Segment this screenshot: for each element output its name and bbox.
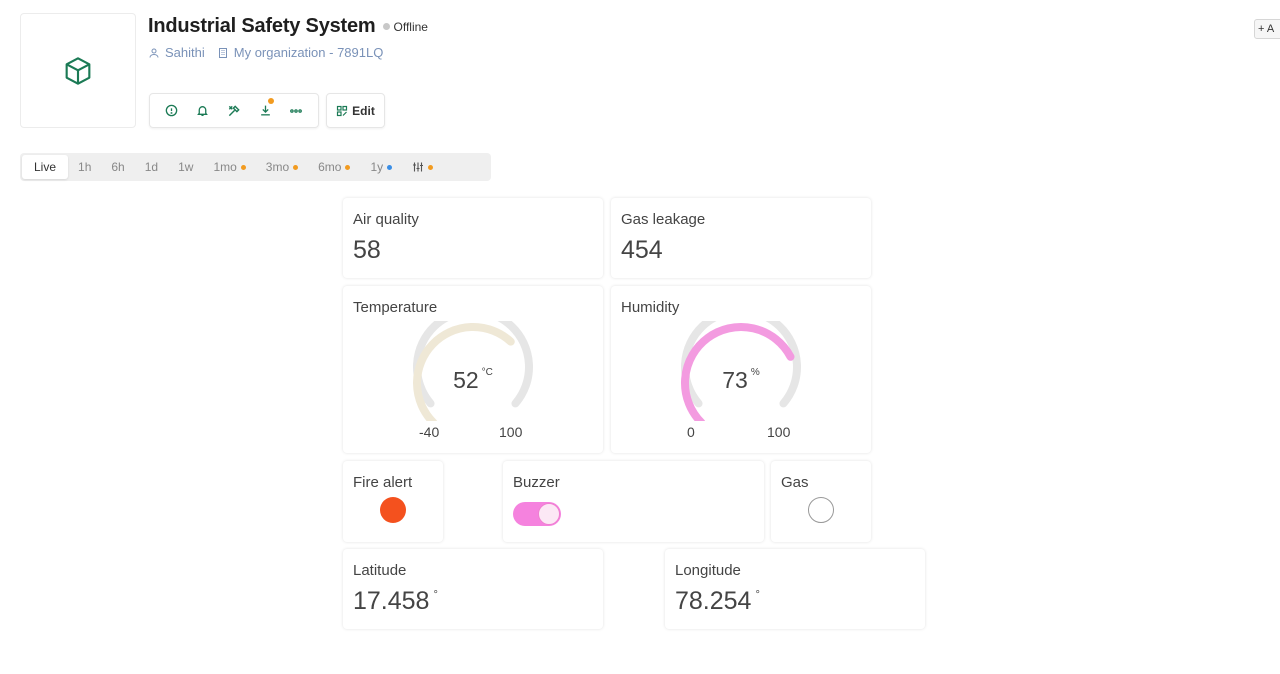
status-text: Offline <box>393 19 428 34</box>
owner-name: Sahithi <box>165 45 205 60</box>
time-range-1w[interactable]: 1w <box>168 155 203 179</box>
device-actions-toolbar <box>149 93 319 128</box>
longitude-unit: ° <box>755 589 760 601</box>
air-quality-value: 58 <box>353 236 381 264</box>
longitude-value: 78.254 <box>675 587 752 615</box>
add-button[interactable]: + A <box>1254 19 1280 39</box>
humidity-value: 73 <box>722 367 748 393</box>
temperature-widget: Temperature 52 °C -40 100 <box>343 286 603 453</box>
download-icon <box>260 105 270 116</box>
owner-link[interactable]: Sahithi <box>148 45 205 60</box>
latitude-readout: 17.458 ° <box>353 587 438 616</box>
info-icon <box>165 104 178 117</box>
sliders-icon <box>413 162 424 172</box>
latitude-widget: Latitude 17.458 ° <box>343 549 603 629</box>
time-range-1d[interactable]: 1d <box>135 155 168 179</box>
latitude-value: 17.458 <box>353 587 430 615</box>
latitude-label: Latitude <box>353 562 407 579</box>
time-range-label: 3mo <box>265 160 290 174</box>
time-range-indicator-dot <box>240 164 246 170</box>
time-range-label: 1h <box>78 160 92 174</box>
time-range-label: 1d <box>144 160 159 174</box>
edit-dashboard-icon <box>337 105 348 116</box>
time-range-6h[interactable]: 6h <box>101 155 134 179</box>
time-range-label: 1y <box>370 160 384 174</box>
fire-alert-label: Fire alert <box>353 474 413 491</box>
humidity-widget: Humidity 73% 0 100 <box>611 286 871 453</box>
time-range-label: 6h <box>111 160 125 174</box>
buzzer-switch[interactable] <box>513 502 561 526</box>
notifications-button[interactable] <box>192 100 214 122</box>
time-range-1mo[interactable]: 1mo <box>203 155 255 179</box>
buzzer-label: Buzzer <box>513 474 560 491</box>
time-range-label: 1mo <box>213 160 237 174</box>
latitude-unit: ° <box>433 589 438 601</box>
time-range-1h[interactable]: 1h <box>68 155 101 179</box>
edit-button[interactable]: Edit <box>326 93 385 128</box>
temperature-max: 100 <box>499 424 523 440</box>
building-icon <box>218 47 227 58</box>
temperature-value: 52 <box>453 367 479 393</box>
gas-leakage-label: Gas leakage <box>621 211 706 228</box>
status-badge: Offline <box>382 19 428 34</box>
gas-led <box>808 497 834 523</box>
air-quality-widget: Air quality 58 <box>343 198 603 278</box>
gas-leakage-widget: Gas leakage 454 <box>611 198 871 278</box>
temperature-min: -40 <box>419 424 440 440</box>
organization-name: My organization - 7891LQ <box>233 45 384 60</box>
gas-leakage-value: 454 <box>621 236 663 264</box>
fire-alert-led <box>380 497 406 523</box>
temperature-label: Temperature <box>353 299 438 316</box>
time-range-indicator-dot <box>387 164 393 170</box>
download-button[interactable] <box>254 97 276 122</box>
longitude-widget: Longitude 78.254 ° <box>665 549 925 629</box>
temperature-readout: 52 °C <box>343 367 603 394</box>
longitude-readout: 78.254 ° <box>675 587 760 616</box>
tools-button[interactable] <box>223 100 245 122</box>
longitude-label: Longitude <box>675 562 741 579</box>
edit-label: Edit <box>352 103 375 118</box>
custom-range-button[interactable] <box>402 155 443 179</box>
tools-icon <box>228 104 240 116</box>
time-range-1y[interactable]: 1y <box>360 155 402 179</box>
time-range-label: 1w <box>178 160 194 174</box>
gas-label: Gas <box>781 474 809 491</box>
gas-widget: Gas <box>771 461 871 542</box>
cube-icon <box>65 56 91 85</box>
air-quality-label: Air quality <box>353 211 419 228</box>
fire-alert-widget: Fire alert <box>343 461 443 542</box>
humidity-max: 100 <box>767 424 791 440</box>
humidity-unit: % <box>750 367 760 378</box>
bell-icon <box>197 106 209 117</box>
device-title: Industrial Safety System <box>148 15 376 37</box>
custom-range-dot <box>428 164 434 170</box>
time-range-6mo[interactable]: 6mo <box>308 155 360 179</box>
info-button[interactable] <box>161 100 183 122</box>
time-range-selector: Live 1h 6h 1d 1w 1mo 3mo 6mo 1y <box>20 153 491 181</box>
download-notification-dot <box>268 97 275 104</box>
organization-link[interactable]: My organization - 7891LQ <box>217 45 384 60</box>
buzzer-widget: Buzzer <box>503 461 764 542</box>
time-range-label: 6mo <box>318 160 342 174</box>
more-icon <box>290 108 303 113</box>
time-range-label: Live <box>34 160 57 174</box>
buzzer-switch-knob <box>538 503 560 525</box>
more-button[interactable] <box>285 100 307 122</box>
time-range-indicator-dot <box>293 164 299 170</box>
humidity-min: 0 <box>687 424 695 440</box>
status-dot-icon <box>382 23 390 30</box>
humidity-label: Humidity <box>621 299 680 316</box>
user-icon <box>149 48 159 58</box>
time-range-3mo[interactable]: 3mo <box>256 155 308 179</box>
time-range-Live[interactable]: Live <box>22 155 69 179</box>
temperature-unit: °C <box>481 367 493 378</box>
device-image <box>20 13 136 128</box>
humidity-readout: 73% <box>611 367 871 394</box>
time-range-indicator-dot <box>345 164 351 170</box>
